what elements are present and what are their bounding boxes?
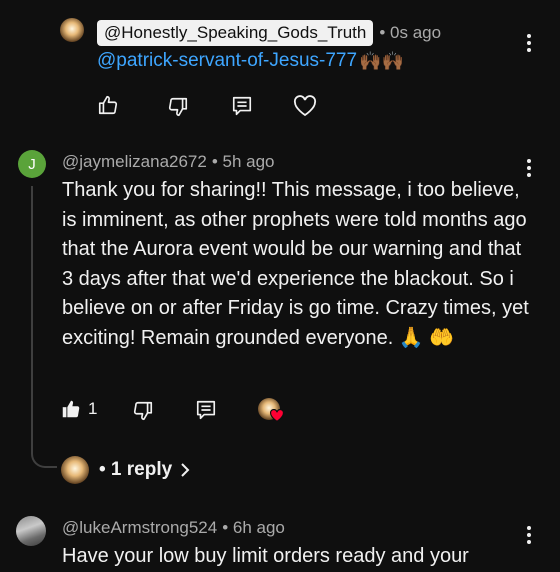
dislike-button[interactable] — [132, 400, 154, 422]
author-handle-chip[interactable]: @Honestly_Speaking_Gods_Truth — [97, 20, 374, 46]
comment-time: • 6h ago — [222, 518, 285, 537]
replies-count: • 1 reply — [99, 459, 173, 480]
creator-heart-icon — [270, 409, 284, 422]
reply-thread-line — [31, 186, 33, 452]
thumb-up-icon — [98, 95, 118, 115]
reply-thread-curve — [31, 440, 57, 468]
like-button[interactable] — [97, 94, 119, 116]
more-options-button[interactable] — [519, 30, 539, 56]
mention-link[interactable]: @patrick-servant-of-Jesus-777 — [97, 50, 357, 72]
thumb-down-icon — [133, 401, 153, 421]
comment-time: • 0s ago — [379, 23, 442, 42]
view-replies-button[interactable]: • 1 reply — [61, 456, 192, 484]
thumb-down-icon — [168, 97, 188, 117]
comment1-header: @Honestly_Speaking_Gods_Truth • 0s ago — [97, 20, 441, 46]
author-handle[interactable]: @lukeArmstrong524 — [62, 518, 217, 538]
reply-icon — [232, 96, 252, 116]
commenter-avatar[interactable] — [60, 18, 84, 42]
like-count: 1 — [88, 399, 98, 418]
comment-text: Thank you for sharing!! This message, i … — [62, 179, 529, 349]
dislike-button[interactable] — [167, 96, 189, 118]
like-button[interactable]: 1 — [60, 398, 97, 420]
more-vert-icon — [527, 526, 531, 530]
comment1-body: @patrick-servant-of-Jesus-777 🙌🏾🙌🏾 — [97, 50, 404, 72]
commenter-avatar[interactable]: J — [18, 150, 46, 178]
author-handle[interactable]: @jaymelizana2672 — [62, 152, 207, 172]
avatar-letter: J — [28, 155, 36, 173]
raising-hands-emoji: 🙌🏾🙌🏾 — [359, 50, 404, 71]
reply-avatar — [61, 456, 89, 484]
reply-button[interactable] — [195, 399, 217, 421]
heart-button[interactable] — [293, 95, 317, 117]
heart-icon — [293, 95, 317, 117]
comment-text: Have your low buy limit orders ready and… — [62, 545, 469, 567]
thumb-up-filled-icon — [62, 400, 80, 418]
more-vert-icon — [527, 34, 531, 38]
comment3-header: @lukeArmstrong524 • 6h ago — [62, 518, 285, 538]
reply-button[interactable] — [231, 95, 253, 117]
comment-time: • 5h ago — [211, 152, 275, 171]
comment2-header: @jaymelizana2672 • 5h ago — [62, 152, 275, 172]
commenter-avatar[interactable] — [16, 516, 46, 546]
creator-heart-badge — [258, 398, 286, 424]
more-vert-icon — [527, 159, 531, 163]
chevron-right-icon — [181, 463, 190, 477]
reply-icon — [196, 400, 216, 420]
